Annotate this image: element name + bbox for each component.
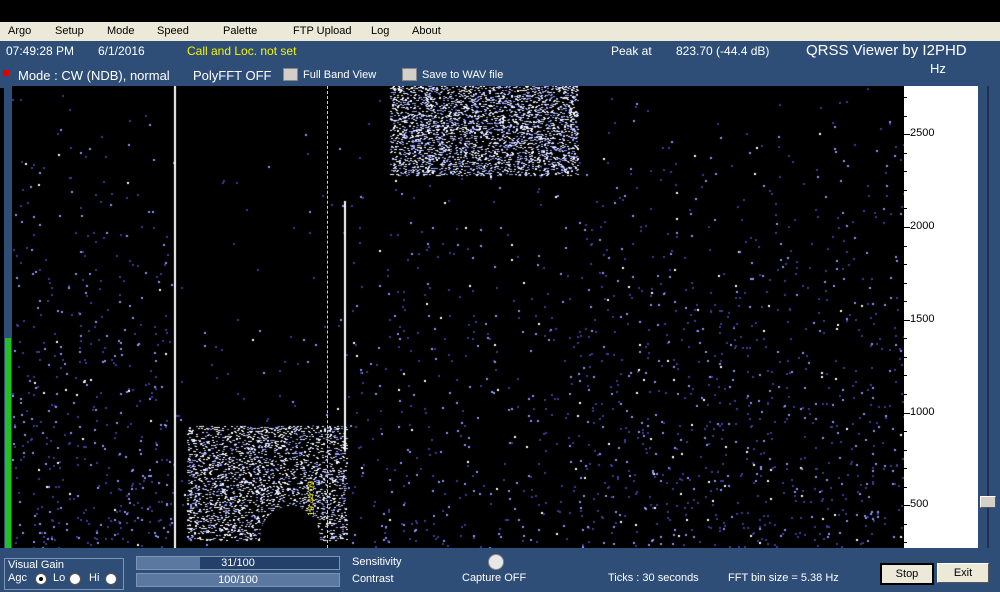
menu-speed[interactable]: Speed	[157, 25, 189, 37]
menu-argo[interactable]: Argo	[8, 25, 31, 37]
stop-button[interactable]: Stop	[880, 563, 934, 585]
save-wav-checkbox[interactable]	[402, 68, 417, 81]
capture-status: Capture OFF	[462, 572, 527, 584]
menu-setup[interactable]: Setup	[55, 25, 84, 37]
time-marker-line	[327, 86, 328, 548]
hi-radio[interactable]	[105, 573, 117, 585]
scale-tick	[904, 283, 907, 284]
sensitivity-value: 31/100	[221, 557, 255, 569]
title-bar	[0, 0, 1000, 22]
scale-tick	[904, 208, 907, 209]
scale-label-500: 500	[910, 498, 929, 511]
time-marker-label: 19:44:09	[306, 480, 316, 516]
scale-tick	[904, 394, 907, 395]
scale-tick	[904, 301, 907, 302]
frequency-scale: 2500 2000 1500 1000 500	[904, 86, 978, 548]
menu-palette[interactable]: Palette	[223, 25, 257, 37]
lo-label: Lo	[53, 572, 66, 584]
fft-bin-info: FFT bin size = 5.38 Hz	[728, 572, 839, 584]
lo-radio[interactable]	[69, 573, 81, 585]
menu-mode[interactable]: Mode	[107, 25, 135, 37]
visual-gain-label: Visual Gain	[8, 559, 65, 571]
menu-log[interactable]: Log	[371, 25, 389, 37]
record-indicator-icon	[3, 70, 9, 76]
full-band-view-label: Full Band View	[303, 69, 377, 81]
scale-tick	[904, 431, 907, 432]
scale-tick	[904, 264, 907, 265]
time-display: 07:49:28 PM	[6, 44, 75, 58]
status-panel: 07:49:28 PM 6/1/2016 Call and Loc. not s…	[0, 41, 1000, 88]
menu-ftp-upload[interactable]: FTP Upload	[293, 25, 352, 37]
peak-label: Peak at	[611, 44, 652, 58]
capture-toggle[interactable]	[488, 554, 504, 570]
scale-tick	[904, 487, 907, 488]
scale-tick	[904, 97, 907, 98]
save-wav-label: Save to WAV file	[422, 69, 504, 81]
mode-display: Mode : CW (NDB), normal	[18, 68, 170, 83]
scale-label-2500: 2500	[910, 127, 935, 140]
date-display: 6/1/2016	[98, 44, 145, 58]
visual-gain-group: Visual Gain Agc Lo Hi	[4, 558, 124, 590]
waterfall-canvas	[12, 86, 904, 548]
scale-tick	[904, 542, 907, 543]
scale-tick	[904, 246, 907, 247]
scale-tick	[904, 375, 907, 376]
menu-bar: Argo Setup Mode Speed Palette FTP Upload…	[0, 22, 1000, 41]
scale-label-1500: 1500	[910, 312, 935, 325]
scale-tick	[904, 450, 907, 451]
polyfft-status[interactable]: PolyFFT OFF	[193, 68, 271, 83]
hi-label: Hi	[89, 572, 100, 584]
agc-label: Agc	[8, 572, 27, 584]
ticks-info: Ticks : 30 seconds	[608, 572, 699, 584]
scale-tick	[904, 357, 907, 358]
app-title: QRSS Viewer by I2PHD	[806, 42, 967, 59]
scale-tick	[904, 338, 907, 339]
slider-thumb[interactable]	[980, 496, 996, 508]
contrast-bar[interactable]: 100/100	[136, 573, 340, 587]
full-band-view-checkbox[interactable]	[283, 68, 298, 81]
frequency-slider[interactable]	[978, 86, 1000, 548]
level-meter	[4, 86, 12, 548]
scale-tick	[904, 116, 907, 117]
scale-tick	[904, 468, 907, 469]
exit-button[interactable]: Exit	[937, 563, 989, 583]
scale-tick	[904, 190, 907, 191]
slider-track	[987, 86, 989, 548]
bottom-panel: Visual Gain Agc Lo Hi 31/100 Sensitivity…	[0, 548, 1000, 592]
scale-tick	[904, 153, 907, 154]
agc-radio[interactable]	[35, 573, 47, 585]
peak-value: 823.70 (-44.4 dB)	[676, 44, 770, 58]
sensitivity-bar[interactable]: 31/100	[136, 556, 340, 570]
contrast-value: 100/100	[218, 574, 258, 586]
scale-tick	[904, 171, 907, 172]
hz-unit-label: Hz	[930, 61, 946, 76]
waterfall-display[interactable]: 19:44:09	[12, 86, 904, 548]
scale-tick	[904, 524, 907, 525]
scale-label-2000: 2000	[910, 220, 935, 232]
sensitivity-label: Sensitivity	[352, 556, 402, 568]
level-meter-fill	[5, 338, 11, 548]
menu-about[interactable]: About	[412, 25, 441, 37]
scale-label-1000: 1000	[910, 405, 935, 418]
call-loc-status: Call and Loc. not set	[187, 44, 297, 58]
contrast-label: Contrast	[352, 573, 394, 585]
